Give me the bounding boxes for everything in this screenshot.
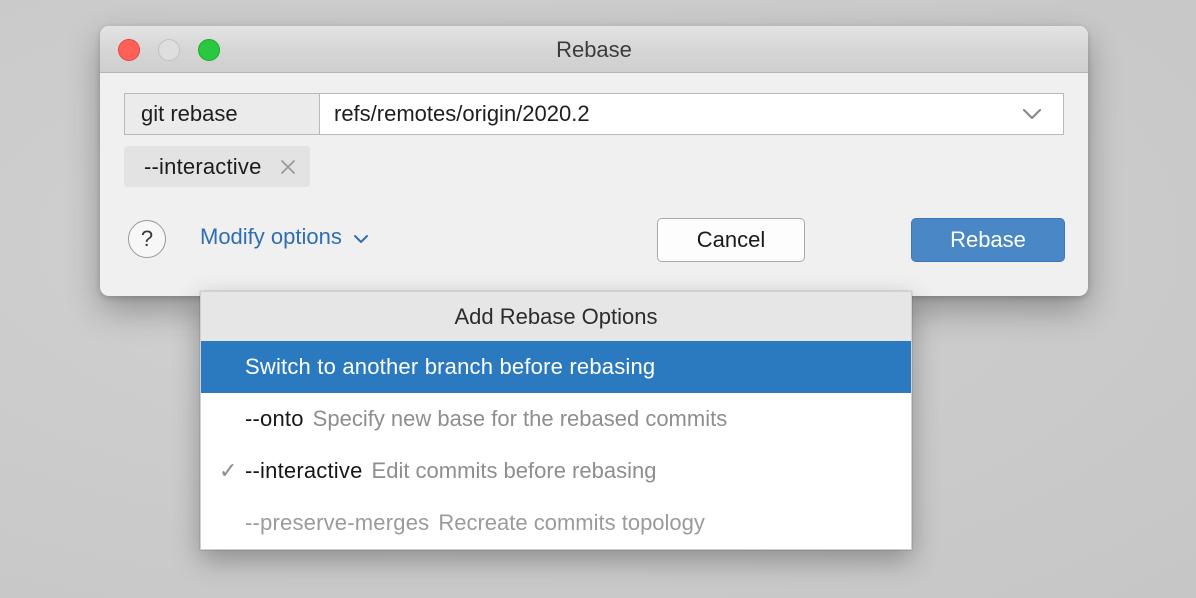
popup-item-list: Switch to another branch before rebasing… bbox=[201, 341, 911, 549]
dialog-footer: ? Modify options Cancel Rebase bbox=[100, 208, 1088, 274]
dialog-body: git rebase refs/remotes/origin/2020.2 --… bbox=[100, 73, 1088, 296]
popup-item-description: Specify new base for the rebased commits bbox=[312, 406, 728, 431]
option-chip-interactive[interactable]: --interactive bbox=[124, 146, 310, 187]
popup-item[interactable]: Switch to another branch before rebasing bbox=[201, 341, 911, 393]
popup-item-flag: --interactive bbox=[245, 458, 363, 483]
command-row: git rebase refs/remotes/origin/2020.2 bbox=[124, 93, 1064, 135]
modify-options-button[interactable]: Modify options bbox=[200, 224, 370, 250]
popup-item-flag: --preserve-merges bbox=[245, 510, 430, 535]
popup-item-description: Edit commits before rebasing bbox=[371, 458, 657, 483]
branch-value: refs/remotes/origin/2020.2 bbox=[334, 101, 590, 126]
title-bar: Rebase bbox=[100, 26, 1088, 73]
rebase-dialog: Rebase git rebase refs/remotes/origin/20… bbox=[100, 26, 1088, 296]
chevron-down-icon[interactable] bbox=[1019, 101, 1045, 127]
cancel-button[interactable]: Cancel bbox=[657, 218, 805, 262]
git-rebase-label: git rebase bbox=[124, 93, 320, 135]
popup-item[interactable]: --preserve-merges Recreate commits topolo… bbox=[201, 497, 911, 549]
option-chip-label: --interactive bbox=[144, 153, 262, 179]
chevron-down-icon bbox=[352, 228, 370, 246]
branch-combobox[interactable]: refs/remotes/origin/2020.2 bbox=[320, 93, 1064, 135]
popup-item-flag: Switch to another branch before rebasing bbox=[245, 354, 656, 379]
modify-options-label: Modify options bbox=[200, 224, 342, 249]
add-rebase-options-popup: Add Rebase Options Switch to another bra… bbox=[200, 291, 912, 550]
popup-title: Add Rebase Options bbox=[201, 292, 911, 341]
check-icon: ✓ bbox=[219, 458, 238, 483]
popup-item[interactable]: --onto Specify new base for the rebased c… bbox=[201, 393, 911, 445]
close-icon[interactable] bbox=[278, 157, 298, 177]
popup-item-description: Recreate commits topology bbox=[438, 510, 705, 535]
popup-item[interactable]: ✓ --interactive Edit commits before rebasi… bbox=[201, 445, 911, 497]
popup-item-flag: --onto bbox=[245, 406, 304, 431]
help-icon[interactable]: ? bbox=[128, 220, 166, 258]
window-title: Rebase bbox=[556, 37, 632, 62]
rebase-button[interactable]: Rebase bbox=[911, 218, 1065, 262]
selected-options-list: --interactive bbox=[124, 146, 310, 187]
